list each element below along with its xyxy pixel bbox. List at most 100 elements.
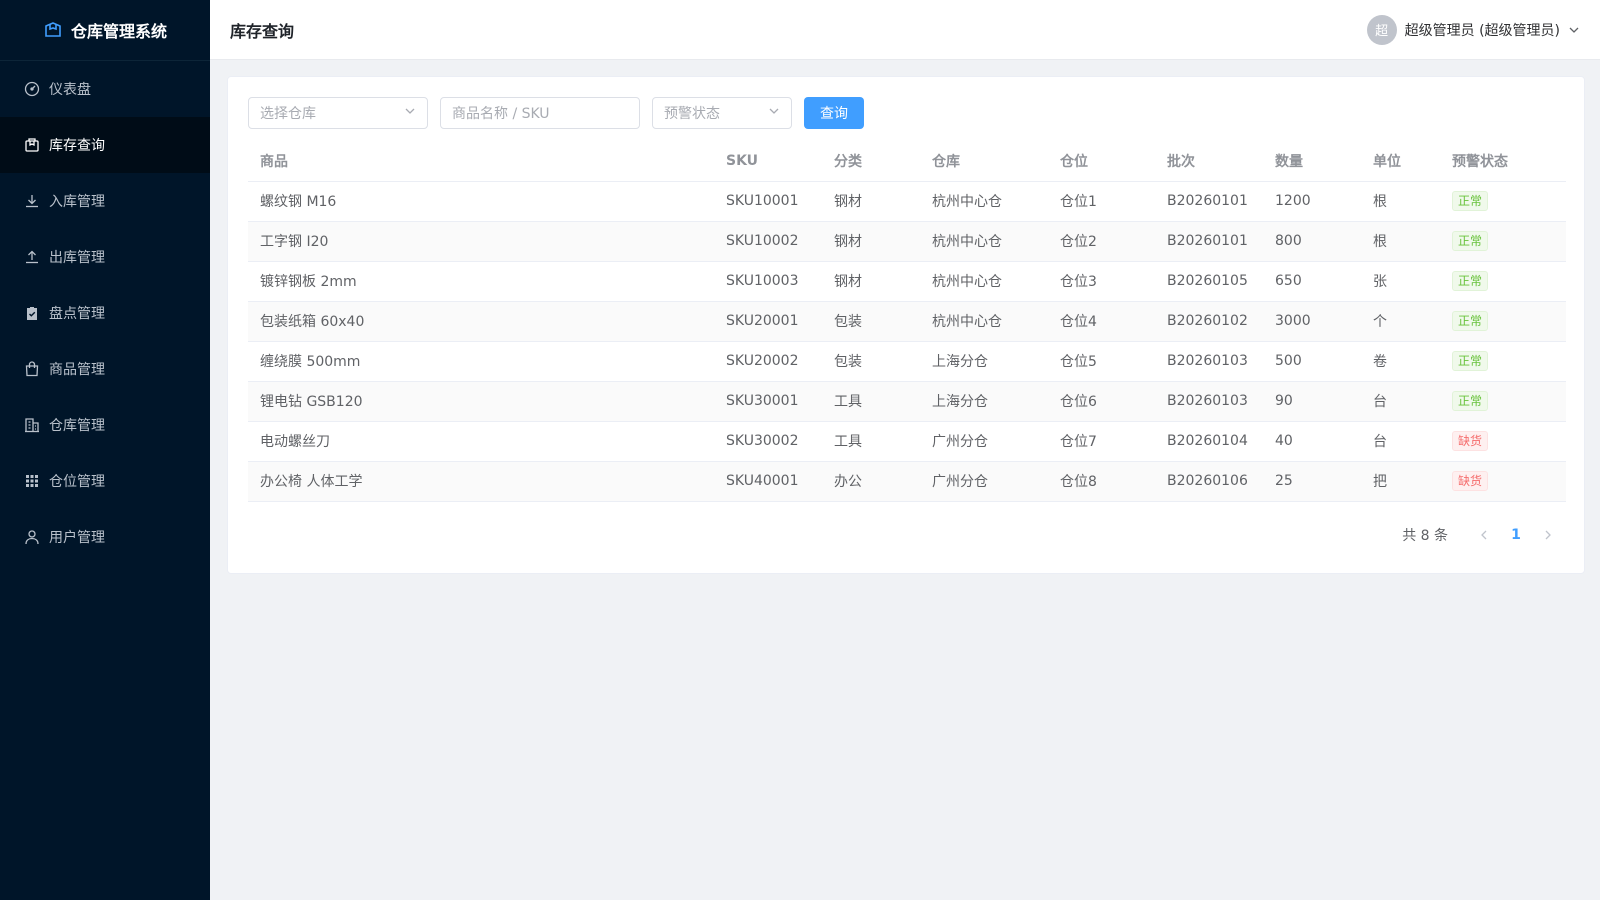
sidebar-item-stocktake[interactable]: 盘点管理 (0, 285, 210, 341)
alert-select-placeholder: 预警状态 (664, 106, 720, 122)
cell-location: 仓位6 (1048, 381, 1155, 422)
warehouse-select[interactable]: 选择仓库 (248, 97, 428, 129)
user-icon (24, 529, 40, 545)
sidebar-item-label: 库存查询 (49, 138, 105, 154)
chevron-down-icon[interactable] (1568, 24, 1580, 36)
sidebar-item-label: 盘点管理 (49, 306, 105, 322)
app-logo[interactable]: 仓库管理系统 (0, 0, 210, 61)
status-badge: 缺货 (1452, 431, 1489, 451)
cell-warehouse: 广州分仓 (920, 421, 1048, 462)
cell-quantity: 40 (1263, 421, 1361, 462)
dashboard-icon (24, 81, 40, 97)
cell-unit: 根 (1361, 181, 1440, 222)
sidebar-item-locations[interactable]: 仓位管理 (0, 453, 210, 509)
sidebar-item-inbound[interactable]: 入库管理 (0, 173, 210, 229)
table-row[interactable]: 镀锌钢板 2mm SKU10003 钢材 杭州中心仓 仓位3 B20260105… (248, 261, 1566, 302)
column-header[interactable]: 数量 (1263, 141, 1361, 182)
cell-product: 工字钢 I20 (248, 221, 714, 262)
status-badge: 正常 (1452, 311, 1489, 331)
table-row[interactable]: 锂电钻 GSB120 SKU30001 工具 上海分仓 仓位6 B2026010… (248, 381, 1566, 422)
query-button[interactable]: 查询 (804, 97, 864, 129)
clipboard-check-icon (24, 305, 40, 321)
cell-sku: SKU40001 (714, 461, 822, 502)
table-row[interactable]: 包装纸箱 60x40 SKU20001 包装 杭州中心仓 仓位4 B202601… (248, 301, 1566, 342)
user-menu[interactable]: 超 超级管理员 (超级管理员) (1366, 14, 1580, 45)
cell-unit: 张 (1361, 261, 1440, 302)
cell-batch: B20260102 (1155, 301, 1263, 342)
column-header[interactable]: 商品 (248, 141, 714, 182)
column-header[interactable]: 批次 (1155, 141, 1263, 182)
sidebar-item-products[interactable]: 商品管理 (0, 341, 210, 397)
column-header[interactable]: 单位 (1361, 141, 1440, 182)
sidebar-item-label: 商品管理 (49, 362, 105, 378)
table-row[interactable]: 缠绕膜 500mm SKU20002 包装 上海分仓 仓位5 B20260103… (248, 341, 1566, 382)
table-row[interactable]: 螺纹钢 M16 SKU10001 钢材 杭州中心仓 仓位1 B20260101 … (248, 181, 1566, 222)
box-icon (24, 137, 40, 153)
warehouse-select-placeholder: 选择仓库 (260, 106, 316, 122)
page-title: 库存查询 (230, 21, 295, 41)
cell-sku: SKU10002 (714, 221, 822, 262)
sidebar: 仓库管理系统 仪表盘 库存查询 入库管理 出库管理 盘点管理 商品管理 仓库管理… (0, 0, 210, 900)
table-row[interactable]: 办公椅 人体工学 SKU40001 办公 广州分仓 仓位8 B20260106 … (248, 461, 1566, 502)
cell-batch: B20260103 (1155, 381, 1263, 422)
column-header[interactable]: SKU (714, 141, 822, 182)
sidebar-item-label: 仓库管理 (49, 418, 105, 434)
pagination-total: 共 8 条 (1402, 528, 1448, 544)
sidebar-item-label: 用户管理 (49, 530, 105, 546)
column-header[interactable]: 仓位 (1048, 141, 1155, 182)
cell-batch: B20260101 (1155, 221, 1263, 262)
sidebar-item-warehouses[interactable]: 仓库管理 (0, 397, 210, 453)
cell-unit: 台 (1361, 381, 1440, 422)
sidebar-item-users[interactable]: 用户管理 (0, 509, 210, 565)
sidebar-item-inventory[interactable]: 库存查询 (0, 117, 210, 173)
cell-location: 仓位5 (1048, 341, 1155, 382)
cell-unit: 个 (1361, 301, 1440, 342)
alert-status-select[interactable]: 预警状态 (652, 97, 792, 129)
page-number-button[interactable]: 1 (1500, 521, 1532, 549)
cell-warehouse: 杭州中心仓 (920, 301, 1048, 342)
prev-page-button[interactable] (1468, 521, 1500, 549)
cell-sku: SKU30001 (714, 381, 822, 422)
cell-quantity: 90 (1263, 381, 1361, 422)
cell-warehouse: 广州分仓 (920, 461, 1048, 502)
cell-product: 包装纸箱 60x40 (248, 301, 714, 342)
status-badge: 正常 (1452, 351, 1489, 371)
cell-batch: B20260103 (1155, 341, 1263, 382)
search-input-placeholder: 商品名称 / SKU (452, 106, 550, 122)
cell-warehouse: 上海分仓 (920, 341, 1048, 382)
cell-product: 镀锌钢板 2mm (248, 261, 714, 302)
upload-icon (24, 249, 40, 265)
sidebar-item-outbound[interactable]: 出库管理 (0, 229, 210, 285)
cell-warehouse: 上海分仓 (920, 381, 1048, 422)
cell-product: 螺纹钢 M16 (248, 181, 714, 222)
chevron-left-icon (1481, 530, 1487, 540)
download-icon (24, 193, 40, 209)
column-header[interactable]: 预警状态 (1440, 141, 1566, 182)
cell-category: 办公 (822, 461, 920, 502)
cell-warehouse: 杭州中心仓 (920, 221, 1048, 262)
cell-location: 仓位7 (1048, 421, 1155, 462)
user-name[interactable]: 超级管理员 (超级管理员) (1405, 20, 1560, 40)
chevron-right-icon (1545, 530, 1551, 540)
cell-warehouse: 杭州中心仓 (920, 261, 1048, 302)
sidebar-menu: 仪表盘 库存查询 入库管理 出库管理 盘点管理 商品管理 仓库管理 仓位管理 用… (0, 61, 210, 565)
cell-location: 仓位2 (1048, 221, 1155, 262)
cell-category: 包装 (822, 341, 920, 382)
table-row[interactable]: 工字钢 I20 SKU10002 钢材 杭州中心仓 仓位2 B20260101 … (248, 221, 1566, 262)
table-row[interactable]: 电动螺丝刀 SKU30002 工具 广州分仓 仓位7 B20260104 40 … (248, 421, 1566, 462)
avatar[interactable]: 超 (1366, 14, 1397, 45)
cell-location: 仓位4 (1048, 301, 1155, 342)
grid-icon (24, 473, 40, 489)
search-input[interactable]: 商品名称 / SKU (440, 97, 640, 129)
sidebar-item-label: 出库管理 (49, 250, 105, 266)
column-header[interactable]: 分类 (822, 141, 920, 182)
cell-product: 锂电钻 GSB120 (248, 381, 714, 422)
cell-location: 仓位3 (1048, 261, 1155, 302)
sidebar-item-dashboard[interactable]: 仪表盘 (0, 61, 210, 117)
filter-bar: 选择仓库 商品名称 / SKU 预警状态 查询 (248, 97, 1564, 129)
cell-quantity: 25 (1263, 461, 1361, 502)
next-page-button[interactable] (1532, 521, 1564, 549)
column-header[interactable]: 仓库 (920, 141, 1048, 182)
cell-unit: 台 (1361, 421, 1440, 462)
cell-sku: SKU20001 (714, 301, 822, 342)
